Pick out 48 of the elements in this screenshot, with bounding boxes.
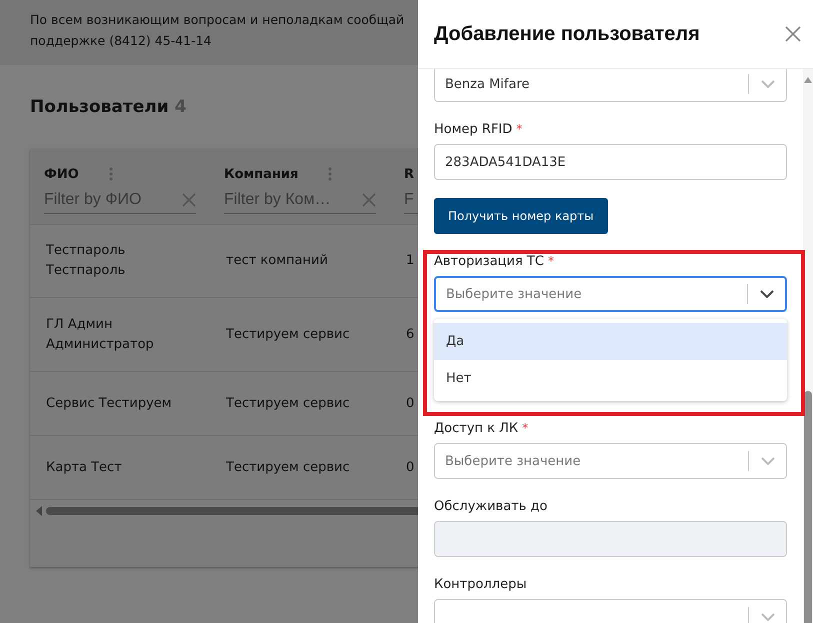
chevron-down-icon [760,457,774,465]
table-cell: 0 [406,396,414,410]
table-cell: Тестируем сервис [226,326,350,342]
field-label: Номер RFID [434,122,512,137]
clear-icon[interactable] [362,193,376,207]
filter-field[interactable]: Filter by Ком… [224,187,376,214]
horizontal-scrollbar[interactable] [46,507,418,515]
field-label: Обслуживать до [434,499,548,514]
page-title: Пользователи [30,97,169,117]
required-mark: * [522,421,528,436]
vertical-scrollbar[interactable] [803,69,813,623]
scroll-up-icon[interactable] [804,77,812,83]
table-cell: Тестпароль Тестпароль [46,243,126,278]
table-cell: 0 [406,460,414,474]
clear-icon[interactable] [182,193,196,207]
column-header[interactable]: ФИО [44,166,79,182]
select-field[interactable]: Выберите значение [434,276,787,312]
select-field[interactable]: Benza Mifare [434,69,787,102]
text-field[interactable]: 283ADA541DA13E [434,144,787,180]
table-cell: Тестируем сервис [226,396,350,410]
filter-field[interactable]: Filter by ФИО [44,187,196,214]
select-field[interactable]: Выберите значение [434,443,787,479]
column-menu-icon[interactable] [108,167,113,181]
table-cell: Сервис Тестируем [46,396,172,410]
drawer-title: Добавление пользователя [434,22,700,46]
chevron-down-icon [760,290,774,298]
scroll-left-icon[interactable] [36,506,42,516]
support-notice: По всем возникающим вопросам и неполадкам сообщай поддержке (8412) 45-41-14 [0,0,418,65]
table-cell: 6 [406,326,414,342]
field-label: Контроллеры [434,577,527,592]
close-icon[interactable] [785,26,801,42]
field-label: Доступ к ЛК [434,421,518,436]
column-menu-icon[interactable] [328,167,332,181]
table-cell: ГЛ Админ Администратор [46,316,154,352]
required-mark: * [516,122,522,137]
column-header[interactable]: Компания [224,166,298,182]
get-card-number-button[interactable]: Получить номер карты [434,198,608,234]
required-mark: * [548,254,554,269]
dropdown-option[interactable]: Да [434,323,787,360]
table-cell: тест компаний [226,253,328,268]
table-cell: 1 [406,253,414,268]
column-header[interactable]: R [404,166,414,182]
dropdown-option[interactable]: Нет [434,360,787,397]
table-cell: Карта Тест [46,460,122,474]
chevron-down-icon [760,613,774,621]
chevron-down-icon [760,80,774,88]
table-cell: Тестируем сервис [226,460,350,474]
field-label: Авторизация ТС [434,254,544,269]
